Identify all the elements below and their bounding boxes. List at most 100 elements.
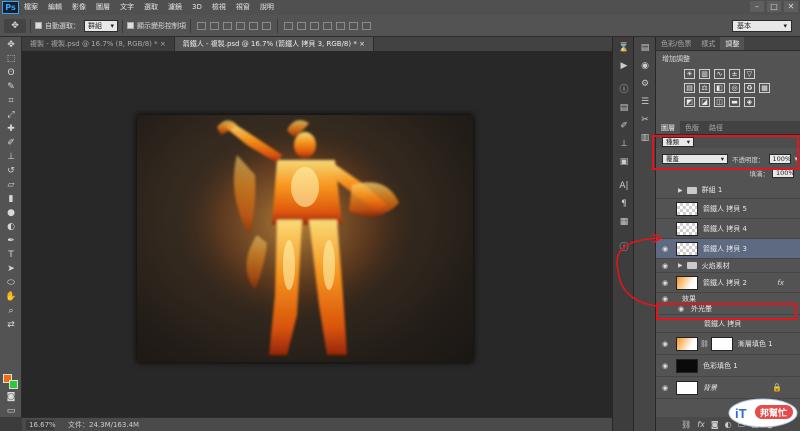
eye-icon[interactable]: ◉: [660, 383, 670, 393]
character-icon[interactable]: A|: [614, 179, 634, 193]
visibility-toggle-off[interactable]: [660, 185, 670, 195]
gradient-tool-icon[interactable]: ▮: [2, 193, 20, 205]
menu-window[interactable]: 視窗: [231, 0, 255, 15]
layer-gradient-fill-1[interactable]: ◉ ⛓ 漸層填色 1: [656, 333, 800, 355]
panel-icon[interactable]: ✂: [635, 113, 655, 127]
panel-icon[interactable]: ☰: [635, 95, 655, 109]
gradient-map-icon[interactable]: ▬: [729, 97, 740, 107]
clone-source-icon[interactable]: ⊥: [614, 137, 634, 151]
fx-icon[interactable]: fx: [697, 420, 705, 429]
move-tool-icon[interactable]: ✥: [4, 18, 26, 33]
disclosure-arrow-icon[interactable]: ▶: [678, 262, 683, 269]
show-transform-checkbox[interactable]: [127, 22, 134, 29]
pen-tool-icon[interactable]: ✒: [2, 235, 20, 247]
menu-view[interactable]: 檢視: [207, 0, 231, 15]
visibility-toggle-off[interactable]: [660, 204, 670, 214]
align-hcenter-icon[interactable]: [249, 21, 258, 30]
menu-image[interactable]: 影像: [67, 0, 91, 15]
align-vcenter-icon[interactable]: [210, 21, 219, 30]
healing-brush-tool-icon[interactable]: ✚: [2, 123, 20, 135]
distribute-vcenter-icon[interactable]: [297, 21, 306, 30]
menu-edit[interactable]: 編輯: [43, 0, 67, 15]
shape-tool-icon[interactable]: ⬭: [2, 277, 20, 289]
layer-ironman-copy[interactable]: 箭鐵人 拷貝: [656, 315, 800, 333]
brush-panel-icon[interactable]: ✐: [614, 119, 634, 133]
auto-align-icon[interactable]: [362, 21, 371, 30]
marquee-tool-icon[interactable]: ⬚: [2, 53, 20, 65]
eyedropper-tool-icon[interactable]: ⤢: [2, 109, 20, 121]
align-right-icon[interactable]: [262, 21, 271, 30]
mask-icon[interactable]: ◙: [711, 420, 719, 429]
background-color-swatch[interactable]: [9, 380, 18, 389]
distribute-top-icon[interactable]: [284, 21, 293, 30]
selective-color-icon[interactable]: ◈: [744, 97, 755, 107]
tab-channels[interactable]: 色版: [680, 121, 704, 134]
close-button[interactable]: ✕: [784, 1, 798, 12]
layer-background[interactable]: ◉ 背景 🔒: [656, 377, 800, 399]
auto-select-dropdown[interactable]: 群組 ▾: [84, 19, 118, 32]
opacity-field[interactable]: 100%: [768, 154, 791, 164]
swap-colors-icon[interactable]: ⇄: [2, 319, 20, 331]
history-icon[interactable]: ⌛: [614, 41, 634, 55]
tab-ironman-psd[interactable]: 箭鐵人 - 複製.psd @ 16.7% (箭鐵人 拷貝 3, RGB/8) *…: [174, 37, 374, 51]
distribute-left-icon[interactable]: [323, 21, 332, 30]
link-icon[interactable]: ⛓: [681, 420, 691, 429]
kind-filter-dropdown[interactable]: 種類 ▾: [662, 136, 694, 147]
color-lookup-icon[interactable]: ▦: [759, 83, 770, 93]
menu-3d[interactable]: 3D: [187, 0, 207, 15]
layer-outer-glow-row[interactable]: ◉ 外光暈: [656, 304, 800, 315]
disclosure-arrow-icon[interactable]: ▶: [678, 187, 683, 194]
chain-link-icon[interactable]: ⛓: [700, 340, 709, 348]
workspace-dropdown[interactable]: 基本 ▾: [732, 20, 792, 32]
hand-tool-icon[interactable]: ✋: [2, 291, 20, 303]
panel-icon[interactable]: ▥: [635, 131, 655, 145]
actions-icon[interactable]: ▶: [614, 59, 634, 73]
tab-color[interactable]: 色彩/色票: [656, 37, 696, 50]
tab-copy-psd[interactable]: 複製 - 複製.psd @ 16.7% (8, RGB/8) * ×: [22, 37, 175, 51]
layer-effects-row[interactable]: ◉ 效果: [656, 293, 800, 304]
type-tool-icon[interactable]: T: [2, 249, 20, 261]
fire-figure-artwork[interactable]: [137, 115, 473, 362]
distribute-bottom-icon[interactable]: [310, 21, 319, 30]
panel-icon[interactable]: ◉: [635, 59, 655, 73]
align-bottom-icon[interactable]: [223, 21, 232, 30]
layer-fire-material-group[interactable]: ◉ ▶ 火焰素材: [656, 259, 800, 273]
menu-help[interactable]: 說明: [255, 0, 279, 15]
opacity-chevron-icon[interactable]: ▾: [795, 155, 799, 163]
layer-color-fill-1[interactable]: ◉ 色彩填色 1: [656, 355, 800, 377]
brush-tool-icon[interactable]: ✐: [2, 137, 20, 149]
layer-ironman-copy-2[interactable]: ◉ 箭鐵人 拷貝 2 fx: [656, 273, 800, 293]
hue-saturation-icon[interactable]: ▤: [684, 83, 695, 93]
exposure-icon[interactable]: ±: [729, 69, 740, 79]
eye-icon[interactable]: ◉: [676, 304, 686, 314]
eye-icon[interactable]: ◉: [660, 339, 670, 349]
tab-close-icon[interactable]: ×: [359, 40, 365, 48]
layer-group-1[interactable]: ▶ 群組 1: [656, 182, 800, 199]
dodge-tool-icon[interactable]: ◐: [2, 221, 20, 233]
black-white-icon[interactable]: ◧: [714, 83, 725, 93]
paragraph-icon[interactable]: ¶: [614, 197, 634, 211]
properties-icon[interactable]: ▤: [614, 101, 634, 115]
tab-layers[interactable]: 圖層: [656, 121, 680, 134]
levels-icon[interactable]: ▥: [699, 69, 710, 79]
tab-styles[interactable]: 樣式: [696, 37, 720, 50]
path-select-tool-icon[interactable]: ➤: [2, 263, 20, 275]
swatches-icon[interactable]: ▦: [614, 215, 634, 229]
visibility-toggle-off[interactable]: [660, 319, 670, 329]
eye-icon[interactable]: ◉: [660, 361, 670, 371]
panel-icon[interactable]: ▤: [635, 41, 655, 55]
blend-mode-dropdown[interactable]: 覆蓋 ▾: [662, 154, 728, 164]
align-left-icon[interactable]: [236, 21, 245, 30]
menu-type[interactable]: 文字: [115, 0, 139, 15]
tab-adjustments[interactable]: 調整: [720, 37, 745, 50]
quick-select-tool-icon[interactable]: ✎: [2, 81, 20, 93]
menu-layer[interactable]: 圖層: [91, 0, 115, 15]
distribute-right-icon[interactable]: [349, 21, 358, 30]
blur-tool-icon[interactable]: ●: [2, 207, 20, 219]
info-panel-icon[interactable]: ⓘ: [614, 83, 634, 97]
tab-close-icon[interactable]: ×: [160, 40, 166, 48]
channel-mixer-icon[interactable]: ♻: [744, 83, 755, 93]
fill-field[interactable]: 100%: [772, 168, 795, 178]
layer-ironman-copy-4[interactable]: 箭鐵人 拷貝 4: [656, 219, 800, 239]
history-brush-tool-icon[interactable]: ↺: [2, 165, 20, 177]
